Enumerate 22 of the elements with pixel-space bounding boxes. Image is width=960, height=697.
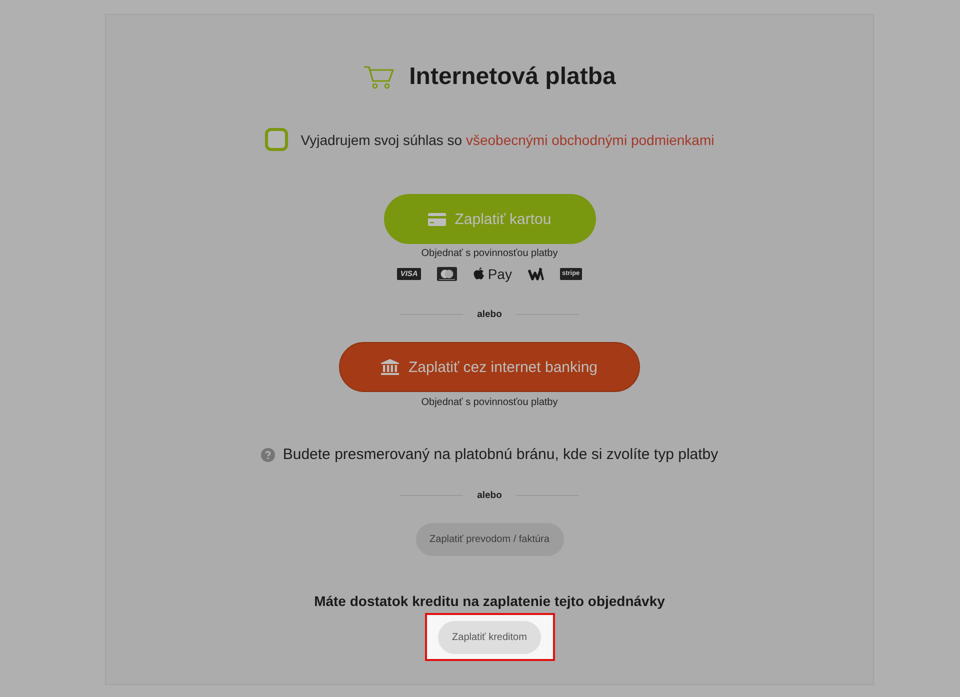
credit-heading: Máte dostatok kreditu na zaplatenie tejto objednávky (314, 592, 665, 611)
help-icon (260, 448, 275, 462)
apple-icon (472, 267, 485, 281)
payment-obligation-note: Objednať s povinnosťou platby (421, 396, 558, 410)
credit-card-icon (428, 212, 446, 226)
page-title: Internetová platba (409, 62, 616, 92)
consent-text: Vyjadrujem svoj súhlas so všeobecnými obchodnými podmienkami (300, 132, 714, 148)
card-logo-icon (436, 267, 457, 281)
bank-icon (381, 359, 400, 375)
bank-transfer-button[interactable]: Zaplatiť prevodom / faktúra (416, 523, 564, 556)
payment-obligation-note: Objednať s povinnosťou platby (421, 247, 558, 261)
internet-banking-button[interactable]: Zaplatiť cez internet banking (339, 342, 640, 392)
consent-checkbox[interactable] (264, 128, 288, 151)
w-logo-icon (528, 267, 544, 281)
pay-label: Pay (488, 267, 512, 281)
or-separator-label: alebo (477, 308, 502, 320)
terms-link[interactable]: všeobecnými obchodnými podmienkami (466, 132, 714, 148)
or-separator-label: alebo (477, 490, 502, 500)
shopping-cart-icon (363, 65, 396, 89)
pay-with-credit-button[interactable]: Zaplatiť kreditom (438, 620, 541, 654)
pay-by-card-button[interactable]: Zaplatiť kartou (384, 194, 596, 244)
redirect-info-text: Budete presmerovaný na platobnú bránu, kde si zvolíte typ platby (282, 445, 718, 465)
